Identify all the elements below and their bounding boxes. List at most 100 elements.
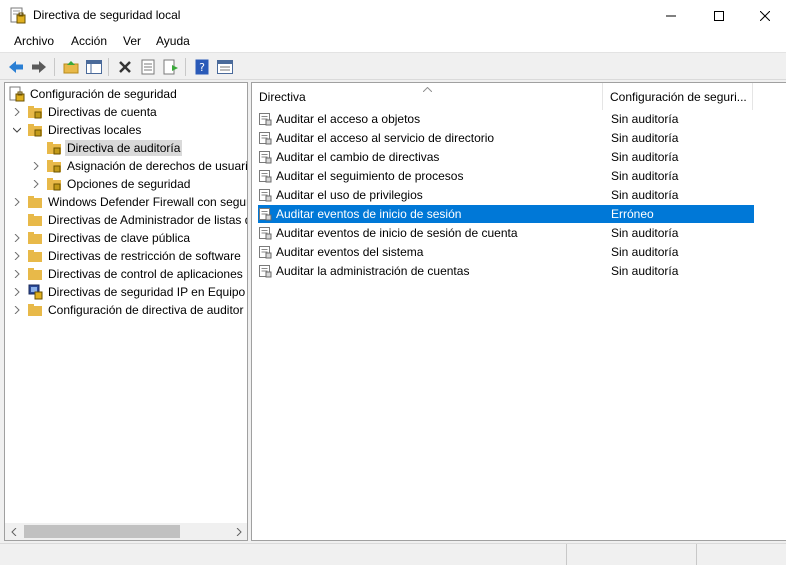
- policy-name: Auditar el acceso a objetos: [276, 112, 421, 126]
- tree-item-directivas-locales[interactable]: Directivas locales: [11, 121, 143, 139]
- window-title: Directiva de seguridad local: [33, 8, 181, 22]
- list-item[interactable]: Auditar el cambio de directivas Sin audit…: [258, 148, 754, 166]
- folder-icon: [27, 194, 43, 210]
- delete-icon[interactable]: [115, 57, 135, 77]
- column-header-directiva[interactable]: Directiva: [252, 83, 603, 110]
- policy-setting-icon: [258, 264, 272, 278]
- list-item[interactable]: Auditar eventos de inicio de sesión de c…: [258, 224, 754, 242]
- policy-setting-value: Sin auditoría: [611, 112, 679, 126]
- policy-setting-icon: [258, 112, 272, 126]
- menu-archivo[interactable]: Archivo: [12, 34, 56, 48]
- tree-item-opciones-seguridad[interactable]: Opciones de seguridad: [30, 175, 192, 193]
- list-item[interactable]: Auditar el acceso al servicio de directo…: [258, 129, 754, 147]
- properties-icon[interactable]: [138, 57, 158, 77]
- tree-item-asignacion-derechos[interactable]: Asignación de derechos de usuari: [30, 157, 247, 175]
- tree-item-clave-publica[interactable]: Directivas de clave pública: [11, 229, 192, 247]
- tree-item-directiva-de-auditoria[interactable]: Directiva de auditoría: [30, 139, 183, 157]
- tree-item-restriccion-software[interactable]: Directivas de restricción de software: [11, 247, 243, 265]
- tree-item-seguridad-ip[interactable]: Directivas de seguridad IP en Equipo l: [11, 283, 247, 301]
- policy-name: Auditar eventos de inicio de sesión de c…: [276, 226, 518, 240]
- scrollbar-thumb[interactable]: [24, 525, 180, 538]
- view-icon[interactable]: [215, 57, 235, 77]
- list-item[interactable]: Auditar eventos del sistema Sin auditoría: [258, 243, 754, 261]
- policy-list-pane[interactable]: Directiva Configuración de seguri... Aud…: [251, 82, 786, 541]
- tree-horizontal-scrollbar[interactable]: [5, 523, 247, 540]
- minimize-button[interactable]: [648, 0, 694, 31]
- folder-icon: [27, 302, 43, 318]
- list-item[interactable]: Auditar la administración de cuentas Sin …: [258, 262, 754, 280]
- show-hide-tree-icon[interactable]: [84, 57, 104, 77]
- chevron-right-icon[interactable]: [11, 232, 23, 244]
- chevron-right-icon[interactable]: [11, 196, 23, 208]
- column-header-configuracion[interactable]: Configuración de seguri...: [603, 83, 753, 110]
- menu-bar: Archivo Acción Ver Ayuda: [0, 31, 786, 53]
- list-item[interactable]: Auditar eventos de inicio de sesión Errón…: [258, 205, 754, 223]
- menu-ver[interactable]: Ver: [121, 34, 143, 48]
- policy-setting-icon: [258, 207, 272, 221]
- policy-name: Auditar eventos del sistema: [276, 245, 424, 259]
- tree-pane[interactable]: Configuración de seguridad Directivas de…: [4, 82, 248, 541]
- policy-setting-value: Erróneo: [611, 207, 654, 221]
- list-item[interactable]: Auditar el uso de privilegios Sin auditor…: [258, 186, 754, 204]
- up-folder-icon[interactable]: [61, 57, 81, 77]
- security-settings-icon: [9, 86, 25, 102]
- locked-folder-icon: [46, 158, 62, 174]
- status-bar: [0, 543, 786, 565]
- chevron-right-icon[interactable]: [11, 268, 23, 280]
- chevron-right-icon[interactable]: [30, 160, 42, 172]
- policy-name: Auditar eventos de inicio de sesión: [276, 207, 462, 221]
- policy-name: Auditar la administración de cuentas: [276, 264, 470, 278]
- policy-setting-value: Sin auditoría: [611, 131, 679, 145]
- policy-setting-icon: [258, 245, 272, 259]
- security-policy-app-icon: [10, 7, 26, 24]
- menu-accion[interactable]: Acción: [69, 34, 109, 48]
- policy-name: Auditar el seguimiento de procesos: [276, 169, 464, 183]
- chevron-right-icon[interactable]: [11, 304, 23, 316]
- title-bar: Directiva de seguridad local: [0, 0, 786, 31]
- back-icon[interactable]: [6, 57, 26, 77]
- chevron-right-icon[interactable]: [30, 178, 42, 190]
- list-header: Directiva Configuración de seguri...: [252, 83, 786, 110]
- locked-folder-icon: [27, 122, 43, 138]
- policy-name: Auditar el uso de privilegios: [276, 188, 423, 202]
- policy-setting-icon: [258, 226, 272, 240]
- scroll-right-icon[interactable]: [230, 523, 247, 540]
- policy-setting-value: Sin auditoría: [611, 245, 679, 259]
- list-item[interactable]: Auditar el seguimiento de procesos Sin au…: [258, 167, 754, 185]
- policy-setting-icon: [258, 188, 272, 202]
- export-list-icon[interactable]: [161, 57, 181, 77]
- chevron-down-icon[interactable]: [11, 124, 23, 136]
- folder-icon: [27, 248, 43, 264]
- list-item[interactable]: Auditar el acceso a objetos Sin auditoría: [258, 110, 754, 128]
- locked-folder-icon: [27, 104, 43, 120]
- folder-icon: [27, 266, 43, 282]
- tree-item-administrador-listas[interactable]: Directivas de Administrador de listas d: [11, 211, 247, 229]
- forward-icon[interactable]: [29, 57, 49, 77]
- tree-root[interactable]: Configuración de seguridad: [9, 85, 179, 103]
- chevron-right-icon[interactable]: [11, 286, 23, 298]
- policy-setting-icon: [258, 131, 272, 145]
- chevron-right-icon[interactable]: [11, 250, 23, 262]
- ip-security-icon: [27, 284, 43, 300]
- locked-folder-icon: [46, 140, 62, 156]
- policy-setting-value: Sin auditoría: [611, 150, 679, 164]
- policy-setting-value: Sin auditoría: [611, 226, 679, 240]
- maximize-button[interactable]: [696, 0, 742, 31]
- policy-setting-value: Sin auditoría: [611, 264, 679, 278]
- chevron-right-icon[interactable]: [11, 106, 23, 118]
- tree-item-configuracion-directiva-auditoria[interactable]: Configuración de directiva de auditor: [11, 301, 245, 319]
- scroll-left-icon[interactable]: [5, 523, 22, 540]
- policy-setting-value: Sin auditoría: [611, 188, 679, 202]
- help-icon[interactable]: ?: [192, 57, 212, 77]
- tree-item-directivas-de-cuenta[interactable]: Directivas de cuenta: [11, 103, 159, 121]
- tree-item-windows-defender-firewall[interactable]: Windows Defender Firewall con segur: [11, 193, 247, 211]
- tree-item-control-aplicaciones[interactable]: Directivas de control de aplicaciones: [11, 265, 245, 283]
- locked-folder-icon: [46, 176, 62, 192]
- policy-name: Auditar el cambio de directivas: [276, 150, 440, 164]
- folder-icon: [27, 230, 43, 246]
- toolbar: ?: [0, 54, 786, 80]
- policy-name: Auditar el acceso al servicio de directo…: [276, 131, 495, 145]
- close-button[interactable]: [742, 0, 786, 31]
- policy-setting-value: Sin auditoría: [611, 169, 679, 183]
- menu-ayuda[interactable]: Ayuda: [154, 34, 192, 48]
